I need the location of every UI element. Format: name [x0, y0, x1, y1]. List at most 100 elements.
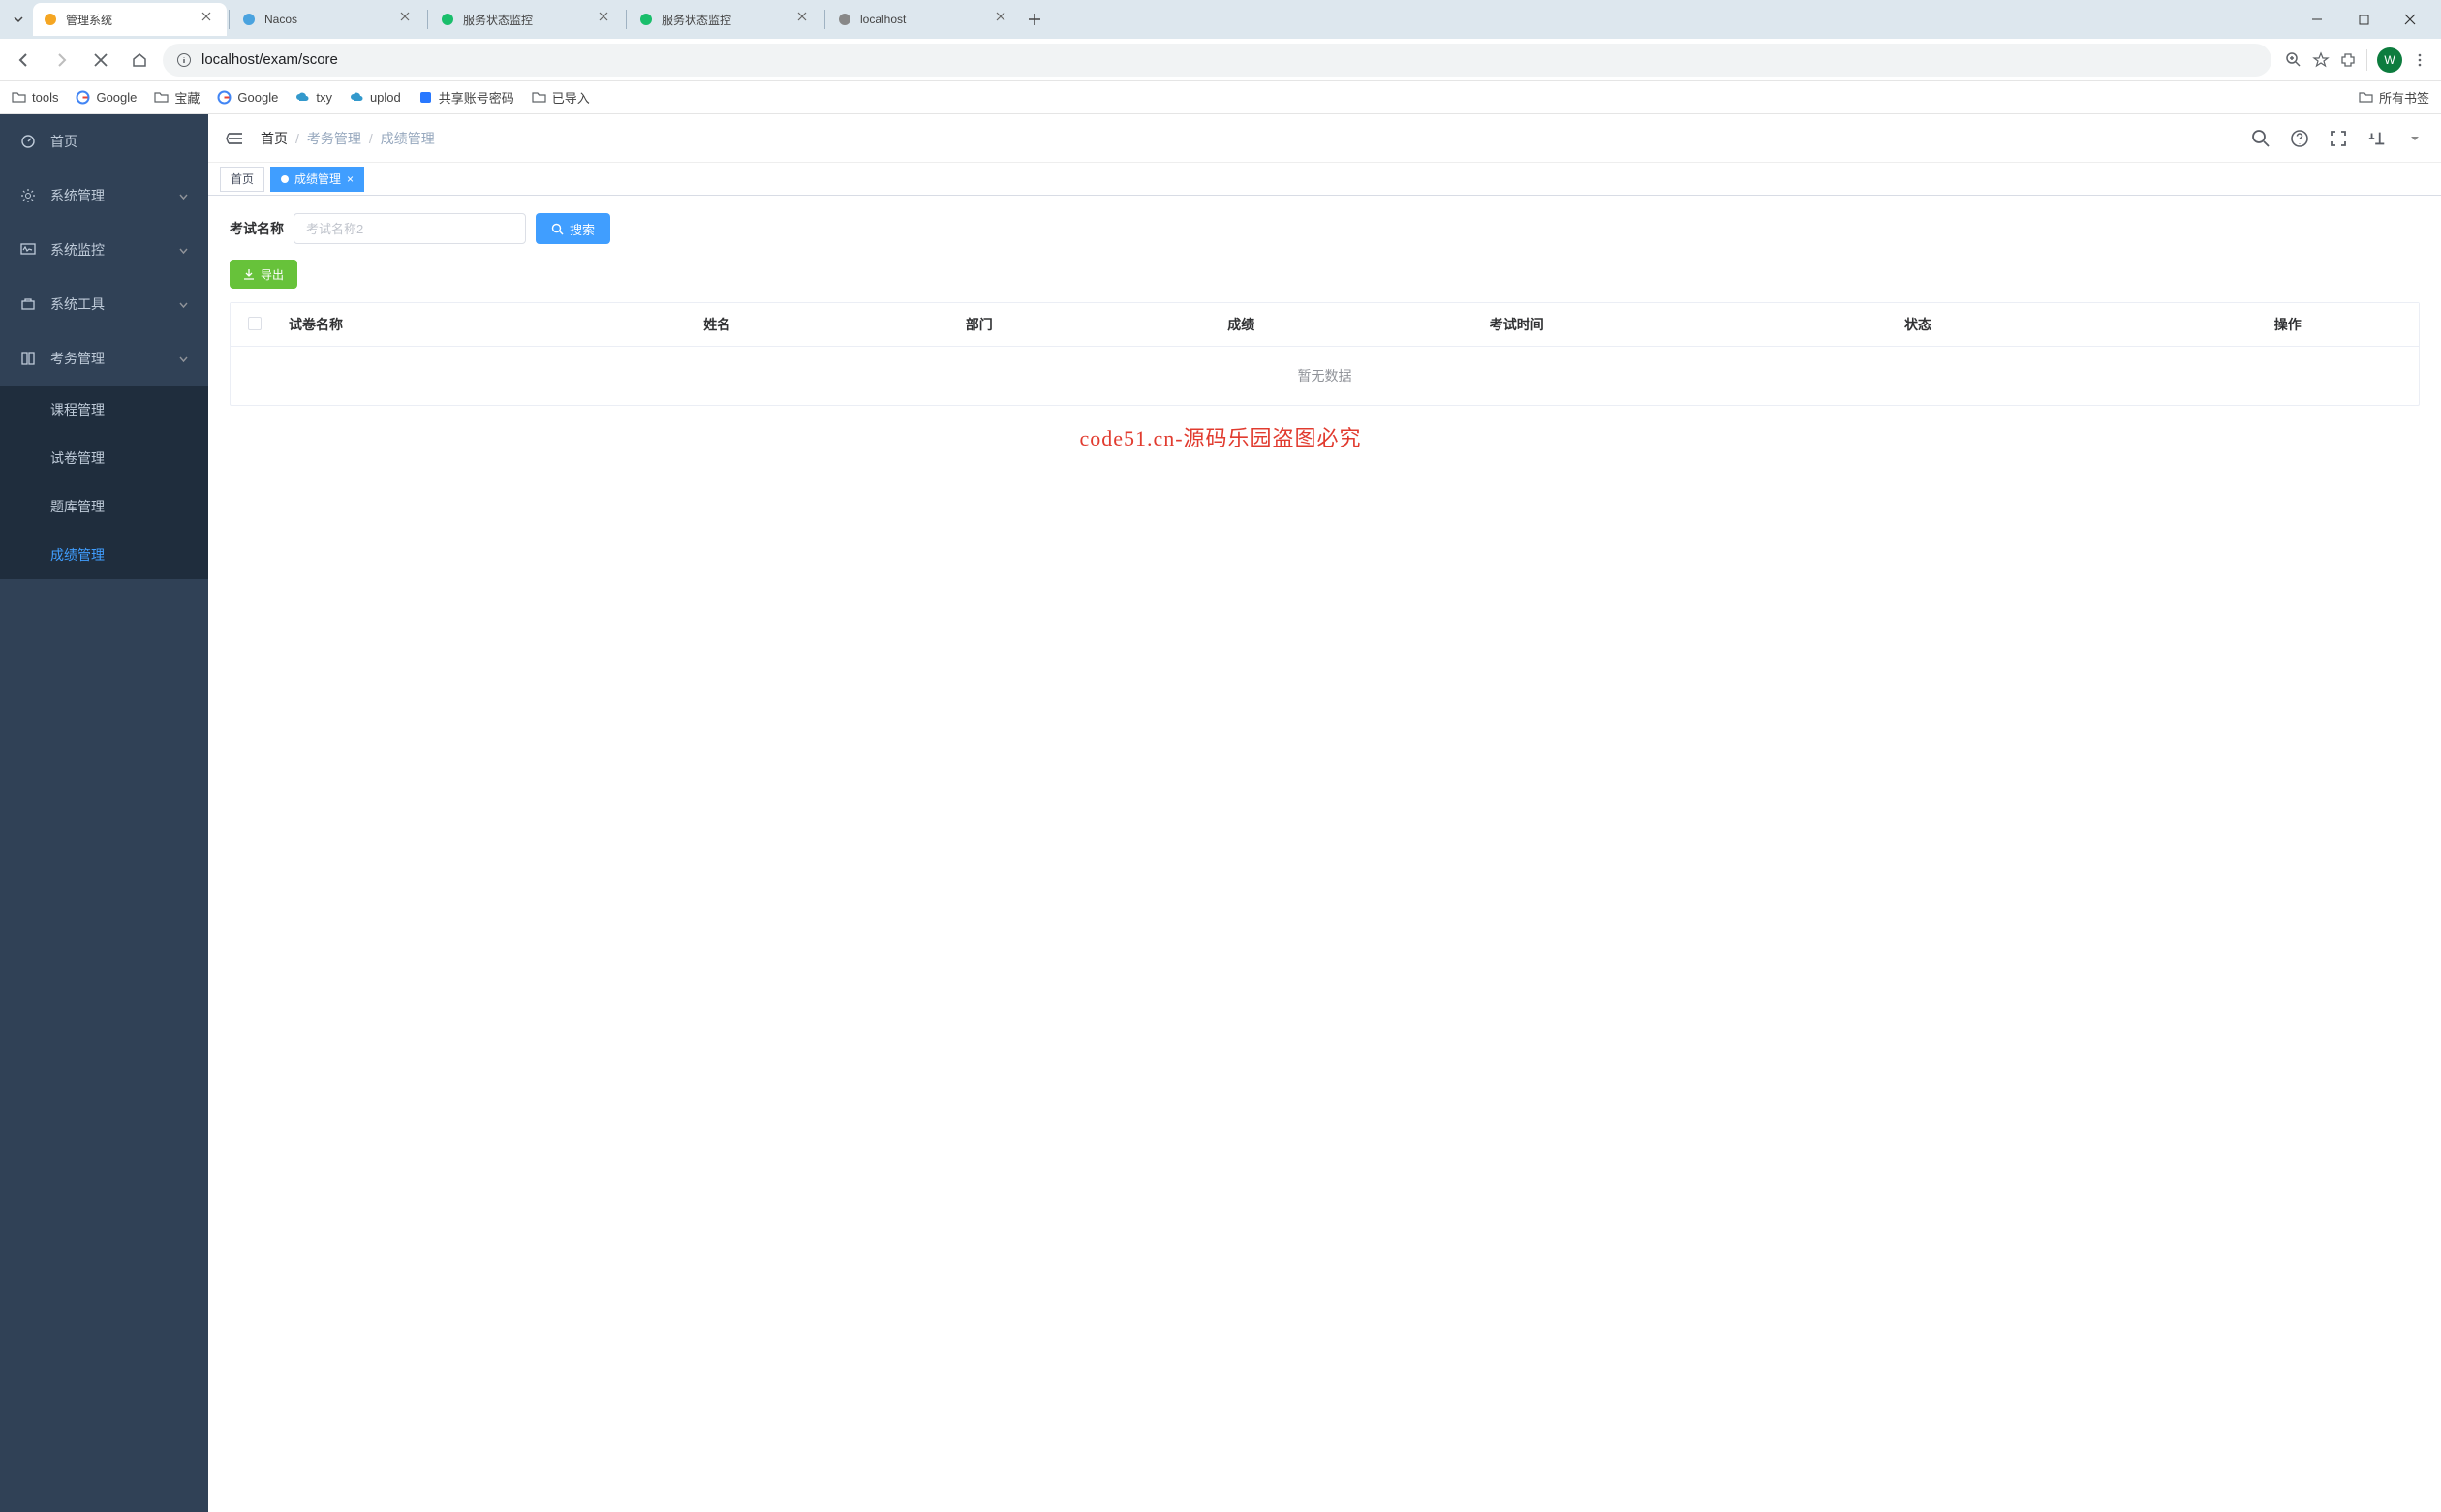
bookmark-item[interactable]: 宝藏 — [154, 88, 200, 107]
breadcrumb-item[interactable]: 考务管理 — [307, 129, 361, 148]
new-tab-button[interactable] — [1021, 6, 1048, 33]
plus-icon — [1028, 13, 1041, 26]
search-button[interactable]: 搜索 — [536, 213, 610, 244]
bookmark-label: 宝藏 — [174, 88, 200, 107]
select-all-checkbox[interactable] — [248, 317, 262, 330]
bookmark-label: uplod — [370, 90, 401, 105]
bookmark-label: tools — [32, 90, 58, 105]
sidebar-subitem[interactable]: 课程管理 — [0, 386, 208, 434]
tab-title: 管理系统 — [66, 12, 194, 28]
close-window-button[interactable] — [2391, 5, 2429, 34]
browser-tab[interactable]: 服务状态监控 — [629, 3, 822, 36]
sidebar-item[interactable]: 系统监控 — [0, 223, 208, 277]
active-dot-icon — [281, 175, 289, 183]
empty-text: 暂无数据 — [231, 347, 2419, 406]
bookmark-icon — [350, 90, 364, 105]
breadcrumb-item[interactable]: 首页 — [261, 129, 288, 148]
tab-close-button[interactable] — [797, 12, 813, 27]
minimize-button[interactable] — [2298, 5, 2336, 34]
tab-favicon — [837, 12, 852, 27]
chevron-icon — [178, 354, 189, 364]
bookmark-item[interactable]: Google — [76, 88, 137, 107]
table-column-header: 成绩 — [1218, 303, 1479, 347]
bookmark-item[interactable]: txy — [295, 88, 332, 107]
bookmark-label: txy — [316, 90, 332, 105]
font-size-icon[interactable] — [2367, 129, 2387, 148]
home-button[interactable] — [124, 45, 155, 76]
profile-avatar[interactable]: W — [2377, 47, 2402, 73]
bookmark-item[interactable]: uplod — [350, 88, 401, 107]
sidebar-item[interactable]: 首页 — [0, 114, 208, 169]
sidebar-item-label: 系统监控 — [50, 240, 165, 260]
bookmark-label: Google — [96, 90, 137, 105]
view-tab[interactable]: 成绩管理× — [270, 167, 364, 192]
help-icon[interactable] — [2290, 129, 2309, 148]
bookmark-icon — [76, 90, 90, 105]
fullscreen-icon[interactable] — [2329, 129, 2348, 148]
reload-button[interactable] — [85, 45, 116, 76]
search-icon[interactable] — [2251, 129, 2271, 148]
view-tab-label: 首页 — [231, 170, 254, 187]
user-dropdown[interactable] — [2406, 134, 2424, 143]
tab-close-button[interactable] — [996, 12, 1011, 27]
info-icon — [176, 52, 192, 68]
tab-title: localhost — [860, 13, 988, 26]
sidebar-toggle[interactable] — [226, 129, 245, 148]
content-area: 考试名称 搜索 导出 试卷名称姓名部门成绩考试时间状态操作 — [208, 196, 2441, 1512]
sidebar-item[interactable]: 考务管理 — [0, 331, 208, 386]
all-bookmarks[interactable]: 所有书签 — [2359, 88, 2429, 107]
sidebar-subitem[interactable]: 试卷管理 — [0, 434, 208, 482]
url-field[interactable]: localhost/exam/score — [163, 44, 2271, 77]
zoom-icon[interactable] — [2285, 51, 2302, 69]
bookmark-icon — [418, 90, 433, 105]
bookmark-item[interactable]: tools — [12, 88, 58, 107]
tab-favicon — [440, 12, 455, 27]
tab-close-button[interactable] — [201, 12, 217, 27]
browser-chrome: 管理系统 Nacos 服务状态监控 服务状态监控 localhost local… — [0, 0, 2441, 114]
export-button[interactable]: 导出 — [230, 260, 297, 289]
sidebar-item[interactable]: 系统管理 — [0, 169, 208, 223]
table-column-header: 试卷名称 — [279, 303, 694, 347]
main-panel: 首页/考务管理/成绩管理 首页成绩管理× 考试名称 搜索 — [208, 114, 2441, 1512]
sidebar-subitem[interactable]: 成绩管理 — [0, 531, 208, 579]
exam-name-input[interactable] — [294, 213, 526, 244]
browser-tab[interactable]: Nacos — [232, 3, 425, 36]
chevron-down-icon — [13, 14, 24, 25]
star-icon[interactable] — [2312, 51, 2330, 69]
tab-close-button[interactable] — [599, 12, 614, 27]
sidebar-item[interactable]: 系统工具 — [0, 277, 208, 331]
tab-title: Nacos — [264, 13, 392, 26]
tab-title: 服务状态监控 — [463, 12, 591, 28]
forward-button[interactable] — [46, 45, 77, 76]
search-form: 考试名称 搜索 — [230, 213, 2420, 244]
view-tab[interactable]: 首页 — [220, 167, 264, 192]
bookmark-item[interactable]: 共享账号密码 — [418, 88, 514, 107]
table-column-header: 姓名 — [694, 303, 955, 347]
table-column-header: 考试时间 — [1480, 303, 1895, 347]
chevron-icon — [178, 191, 189, 201]
bookmark-item[interactable]: Google — [217, 88, 278, 107]
back-button[interactable] — [8, 45, 39, 76]
tab-search-dropdown[interactable] — [4, 5, 33, 34]
bookmark-icon — [154, 90, 169, 105]
address-bar: localhost/exam/score W — [0, 39, 2441, 81]
sidebar-subitem[interactable]: 题库管理 — [0, 482, 208, 531]
menu-icon[interactable] — [2412, 52, 2427, 68]
browser-tab[interactable]: 服务状态监控 — [430, 3, 624, 36]
tab-title: 服务状态监控 — [662, 12, 789, 28]
app-root: 首页系统管理系统监控系统工具考务管理课程管理试卷管理题库管理成绩管理 首页/考务… — [0, 114, 2441, 1512]
book-icon — [19, 351, 37, 366]
sidebar-item-label: 系统工具 — [50, 294, 165, 314]
table-column-header: 状态 — [1895, 303, 2156, 347]
browser-tab[interactable]: localhost — [827, 3, 1021, 36]
tab-close-button[interactable] — [400, 12, 416, 27]
chevron-icon — [178, 245, 189, 256]
score-table: 试卷名称姓名部门成绩考试时间状态操作 暂无数据 — [231, 303, 2419, 405]
bookmark-item[interactable]: 已导入 — [532, 88, 590, 107]
browser-tab[interactable]: 管理系统 — [33, 3, 227, 36]
maximize-button[interactable] — [2344, 5, 2383, 34]
extensions-icon[interactable] — [2339, 51, 2357, 69]
breadcrumb-item[interactable]: 成绩管理 — [381, 129, 435, 148]
download-icon — [243, 268, 255, 280]
view-tab-close[interactable]: × — [347, 172, 354, 186]
